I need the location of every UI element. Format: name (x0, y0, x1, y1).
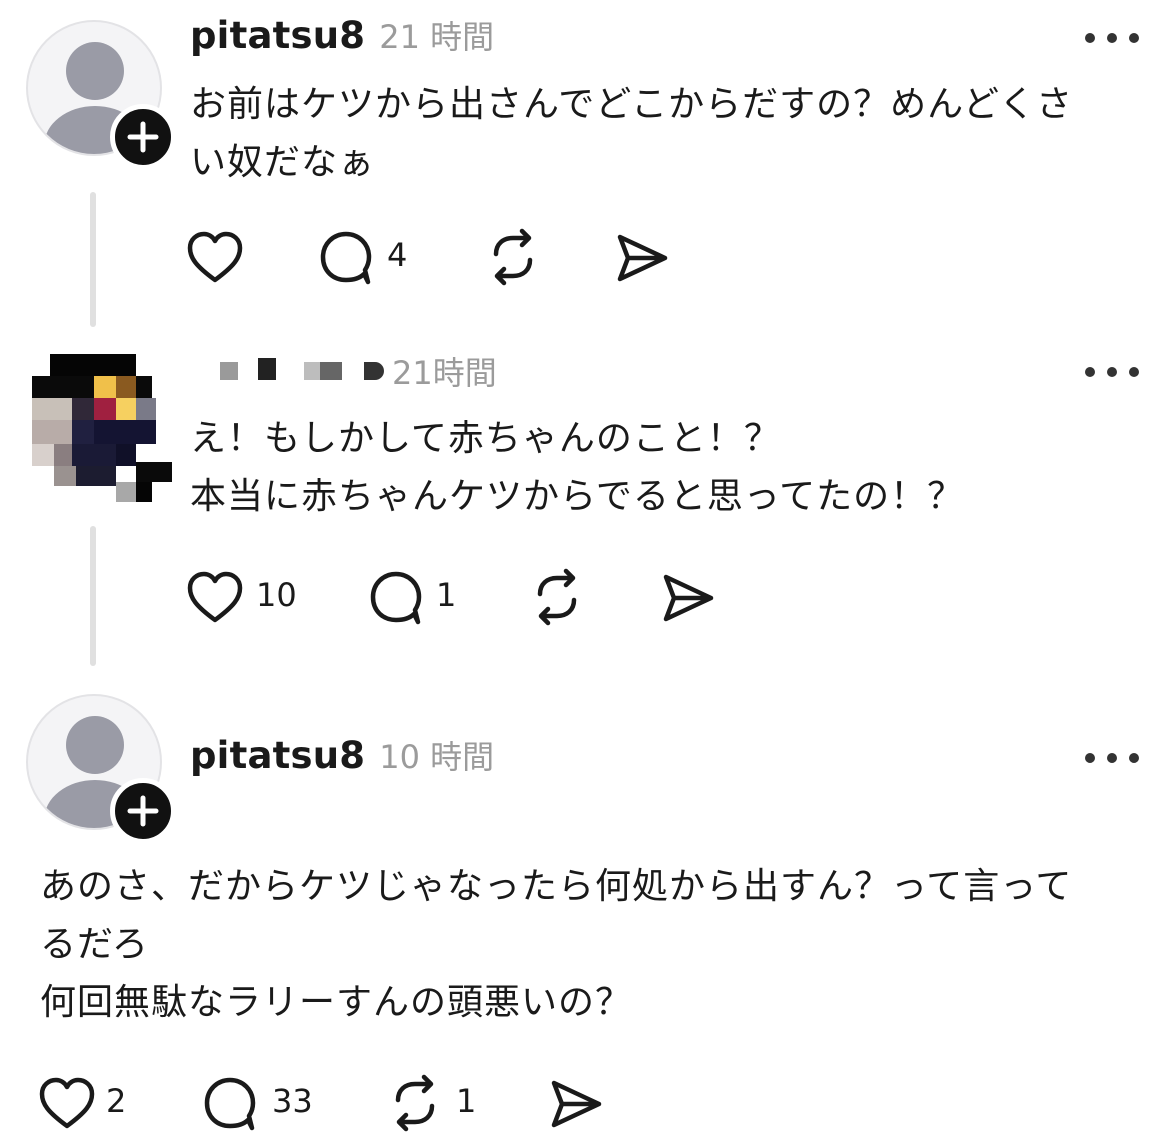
redaction-block (258, 358, 276, 380)
follow-plus-icon[interactable] (110, 778, 176, 844)
more-horizontal-icon[interactable] (1078, 362, 1158, 382)
reply-count: 33 (272, 1082, 313, 1120)
comment-bubble-icon[interactable] (202, 1076, 258, 1132)
more-horizontal-icon[interactable] (1078, 28, 1158, 48)
like-count: 10 (256, 576, 297, 614)
avatar-head (66, 716, 124, 774)
send-icon[interactable] (660, 572, 716, 624)
username[interactable]: pitatsu8 (190, 14, 365, 57)
repost-arrows-icon[interactable] (528, 568, 586, 626)
thread-line (90, 192, 96, 327)
send-icon[interactable] (614, 232, 670, 284)
redaction-block (304, 362, 320, 380)
post-text: え！もしかして赤ちゃんのこと！？ 本当に赤ちゃんケツからでると思ってたの！？ (190, 418, 965, 517)
like-count: 2 (106, 1082, 127, 1120)
avatar-head (66, 42, 124, 100)
reply-count: 1 (436, 576, 457, 614)
username[interactable]: pitatsu8 (190, 734, 365, 777)
send-icon[interactable] (548, 1078, 604, 1130)
post-text: お前はケツから出さんでどこからだすの？めんどくさ い奴だなぁ (190, 84, 1073, 183)
more-horizontal-icon[interactable] (1078, 748, 1158, 768)
redaction-block (220, 362, 238, 380)
redaction-block (364, 362, 384, 380)
pixelated-avatar[interactable] (32, 354, 172, 504)
post-time: 21 時間 (379, 18, 495, 56)
thread-line (90, 526, 96, 666)
heart-icon[interactable] (38, 1076, 96, 1130)
reply-count: 4 (387, 236, 408, 274)
repost-count: 1 (456, 1082, 477, 1120)
redaction-block (320, 362, 342, 380)
post-time: 21時間 (392, 354, 497, 392)
comment-bubble-icon[interactable] (318, 230, 374, 286)
heart-icon[interactable] (186, 230, 244, 284)
post-text: あのさ、だからケツじゃなったら何処から出すん？って言って るだろ 何回無駄なラリ… (40, 866, 1073, 1023)
repost-arrows-icon[interactable] (484, 228, 542, 286)
comment-bubble-icon[interactable] (368, 570, 424, 626)
heart-icon[interactable] (186, 570, 244, 624)
follow-plus-icon[interactable] (110, 104, 176, 170)
repost-arrows-icon[interactable] (386, 1074, 444, 1132)
post-time: 10 時間 (379, 738, 495, 776)
